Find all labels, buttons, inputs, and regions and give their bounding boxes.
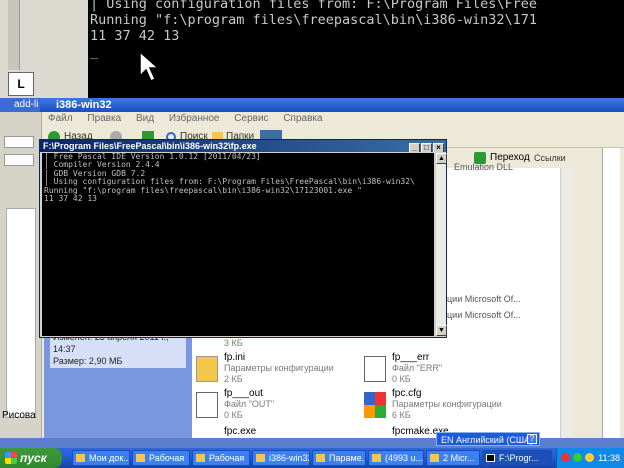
clock[interactable]: 11:38	[598, 448, 620, 468]
left-tool-icon[interactable]	[4, 136, 34, 148]
left-window-title[interactable]: add-li	[0, 98, 42, 112]
taskbar: пуск Мои док... Рабочая Рабочая i386-win…	[0, 448, 624, 468]
taskbar-item[interactable]: (4993 u...	[368, 450, 424, 466]
taskbar-item[interactable]: 2 Micr...	[426, 450, 480, 466]
right-ruler	[602, 148, 620, 438]
start-label: пуск	[20, 451, 47, 465]
config-file-icon	[364, 392, 386, 418]
file-item-fpc-exe[interactable]: fpc.exe	[196, 426, 366, 438]
fp-console-title: F:\Program Files\FreePascal\bin\i386-win…	[43, 141, 257, 151]
left-side-window: add-li Рисова	[0, 98, 42, 438]
menu-help[interactable]: Справка	[283, 113, 322, 124]
windows-logo-icon	[5, 452, 17, 464]
word-icon	[430, 454, 439, 462]
file-type-label: ации Microsoft Of...	[442, 310, 521, 320]
text-file-icon	[364, 356, 386, 382]
explorer-menubar: Файл Правка Вид Избранное Сервис Справка	[42, 112, 624, 126]
fp-console-title-bar[interactable]: F:\Program Files\FreePascal\bin\i386-win…	[40, 140, 446, 152]
folder-icon	[256, 454, 265, 462]
taskbar-item-active[interactable]: F:\Progr...	[482, 450, 552, 466]
fp-console-output: | Free Pascal IDE Version 1.0.12 [2011/0…	[44, 153, 415, 204]
file-type: Файл "OUT"	[224, 399, 275, 409]
browser-icon	[372, 454, 381, 462]
maximize-button[interactable]: □	[421, 143, 432, 152]
file-item-fpc-cfg[interactable]: fpc.cfg Параметры конфигурации 6 КБ	[364, 388, 534, 422]
help-icon[interactable]: ?	[527, 434, 537, 444]
document-icon	[316, 454, 325, 462]
folder-icon	[136, 454, 145, 462]
corner-l-box: L	[8, 72, 34, 96]
fp-console-scrollbar[interactable]: ▲ ▼	[435, 153, 447, 336]
explorer-title-bar[interactable]: i386-win32	[40, 98, 624, 112]
menu-view[interactable]: Вид	[136, 113, 154, 124]
scroll-up-icon[interactable]: ▲	[436, 153, 447, 164]
background-console-output: | Using configuration files from: F:\Pro…	[90, 0, 538, 60]
tray-icon[interactable]	[561, 453, 570, 462]
draw-toolbar-label[interactable]: Рисова	[2, 410, 36, 421]
file-list-scrollbar[interactable]	[560, 168, 572, 438]
links-button[interactable]: Ссылки	[534, 150, 566, 166]
file-name: fp.ini	[224, 352, 246, 363]
taskbar-item[interactable]: i386-win32	[252, 450, 310, 466]
file-type: Параметры конфигурации	[392, 399, 502, 409]
taskbar-item[interactable]: Рабочая	[132, 450, 190, 466]
menu-edit[interactable]: Правка	[87, 113, 121, 124]
minimize-button[interactable]: _	[409, 143, 420, 152]
file-name: fpc.exe	[224, 426, 257, 437]
mouse-pointer-icon	[139, 50, 160, 83]
language-label: EN Английский (США)	[441, 435, 534, 445]
background-console: L | Using configuration files from: F:\P…	[0, 0, 624, 100]
file-type: Параметры конфигурации	[224, 363, 334, 373]
left-tool-icon[interactable]	[4, 154, 34, 166]
background-scrollbar[interactable]	[8, 0, 20, 70]
file-name: fp___err	[392, 352, 430, 363]
file-size: 6 КБ	[392, 410, 411, 420]
details-size: Размер: 2,90 МБ	[53, 356, 123, 366]
system-tray: 11:38	[556, 448, 624, 468]
right-side-window	[572, 148, 624, 438]
file-type-label: Emulation DLL	[454, 162, 514, 172]
language-bar[interactable]: EN Английский (США) ?	[436, 432, 540, 446]
folder-icon	[196, 454, 205, 462]
file-size: 0 КБ	[224, 410, 243, 420]
menu-file[interactable]: Файл	[48, 113, 73, 124]
text-file-icon	[196, 392, 218, 418]
file-size: 2 КБ	[224, 374, 243, 384]
file-size: 0 КБ	[392, 374, 411, 384]
fp-console-window: F:\Program Files\FreePascal\bin\i386-win…	[39, 139, 447, 338]
file-item-fp-out[interactable]: fp___out Файл "OUT" 0 КБ	[196, 388, 366, 422]
tray-icon[interactable]	[573, 453, 582, 462]
menu-favorites[interactable]: Избранное	[169, 113, 220, 124]
menu-tools[interactable]: Сервис	[234, 113, 268, 124]
start-button[interactable]: пуск	[0, 448, 62, 468]
file-type-label: ации Microsoft Of...	[442, 294, 521, 304]
left-ruler	[6, 208, 36, 418]
close-button[interactable]: ×	[433, 143, 444, 152]
config-file-icon	[196, 356, 218, 382]
taskbar-item[interactable]: Мои док...	[72, 450, 130, 466]
file-size: 3 КБ	[224, 338, 243, 348]
explorer-title: i386-win32	[56, 99, 112, 111]
file-name: fpc.cfg	[392, 388, 422, 399]
file-type: Файл "ERR"	[392, 363, 443, 373]
fp-console-screen[interactable]: | Free Pascal IDE Version 1.0.12 [2011/0…	[42, 153, 434, 336]
taskbar-item[interactable]: Рабочая	[192, 450, 250, 466]
file-item-fp-err[interactable]: fp___err Файл "ERR" 0 КБ	[364, 352, 534, 386]
taskbar-item[interactable]: Парамe...	[312, 450, 366, 466]
tray-icon[interactable]	[585, 453, 594, 462]
file-item-fp-ini[interactable]: fp.ini Параметры конфигурации 2 КБ	[196, 352, 366, 386]
console-icon	[486, 454, 495, 462]
file-name: fp___out	[224, 388, 263, 399]
folder-icon	[76, 454, 85, 462]
background-panel: L	[0, 0, 88, 100]
scroll-down-icon[interactable]: ▼	[436, 325, 447, 336]
